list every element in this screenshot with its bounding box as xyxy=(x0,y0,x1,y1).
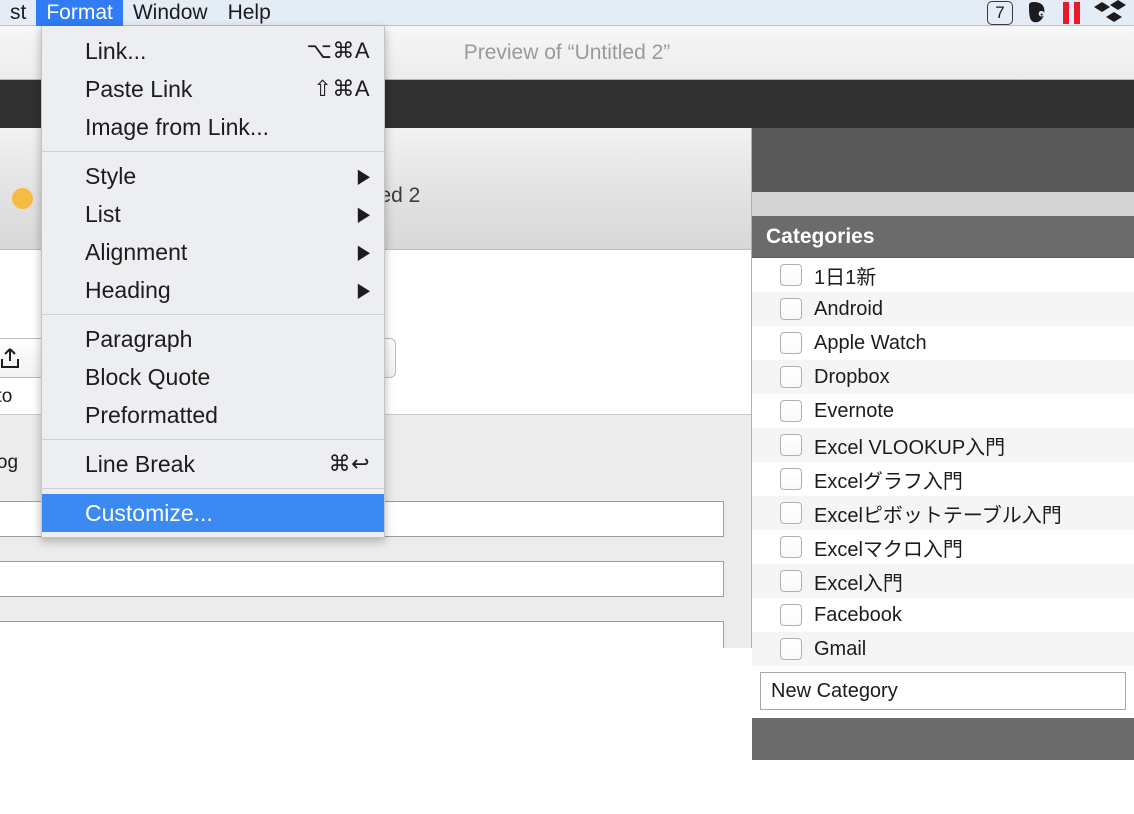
list-item-label: Excelピボットテーブル入門 xyxy=(814,504,1062,527)
menubar-item-window[interactable]: Window xyxy=(123,0,218,26)
list-item-label: 1日1新 xyxy=(814,266,877,289)
menubar-item-st[interactable]: st xyxy=(0,0,36,26)
checkbox-icon[interactable] xyxy=(780,638,802,660)
categories-panel: Categories 1日1新 Android Apple Watch Drop… xyxy=(752,216,1134,814)
chevron-right-icon: ▶ xyxy=(357,242,370,264)
checkbox-icon[interactable] xyxy=(780,604,802,626)
list-item[interactable]: 1日1新 xyxy=(752,258,1134,292)
list-item-label: Apple Watch xyxy=(814,331,927,354)
menu-separator xyxy=(42,314,384,315)
send-to-label: nd to xyxy=(0,386,13,407)
list-item[interactable]: Evernote xyxy=(752,394,1134,428)
tags-input[interactable] xyxy=(0,621,724,648)
menu-item-customize[interactable]: Customize... xyxy=(42,494,384,532)
menu-item-block-quote[interactable]: Block Quote xyxy=(42,358,384,396)
new-category-input[interactable]: New Category xyxy=(760,672,1126,710)
menu-item-heading[interactable]: Heading ▶ xyxy=(42,271,384,309)
menubar-item-help[interactable]: Help xyxy=(218,0,281,26)
slug-input[interactable] xyxy=(0,561,724,597)
dropbox-icon[interactable] xyxy=(1092,0,1128,26)
list-item[interactable]: Apple Watch xyxy=(752,326,1134,360)
list-item-label: Excel入門 xyxy=(814,572,903,595)
menu-item-list[interactable]: List ▶ xyxy=(42,195,384,233)
menu-item-label: Style xyxy=(85,162,137,189)
menubar-item-format[interactable]: Format xyxy=(36,0,123,26)
menu-item-shortcut: ⌥⌘A xyxy=(306,38,370,63)
menu-item-label: Image from Link... xyxy=(85,113,270,140)
share-icon xyxy=(1,348,19,368)
menubar-status-area: 7 xyxy=(987,0,1134,26)
list-item[interactable]: Excel入門 xyxy=(752,564,1134,598)
menu-separator xyxy=(42,151,384,152)
checkbox-icon[interactable] xyxy=(780,332,802,354)
list-item[interactable]: Android xyxy=(752,292,1134,326)
menu-item-style[interactable]: Style ▶ xyxy=(42,157,384,195)
categories-panel-header: Categories xyxy=(752,216,1134,258)
list-item-label: Dropbox xyxy=(814,365,890,388)
list-item-label: Android xyxy=(814,297,883,320)
list-item[interactable]: Excel VLOOKUP入門 xyxy=(752,428,1134,462)
list-item[interactable]: Dropbox xyxy=(752,360,1134,394)
list-item-label: Excel VLOOKUP入門 xyxy=(814,436,1006,459)
list-item-label: Excelマクロ入門 xyxy=(814,538,963,561)
menu-item-image-from-link[interactable]: Image from Link... xyxy=(42,108,384,146)
menu-item-label: Block Quote xyxy=(85,363,211,390)
macos-menu-bar: st Format Window Help 7 xyxy=(0,0,1134,26)
list-item-label: Gmail xyxy=(814,637,867,660)
checkbox-icon[interactable] xyxy=(780,298,802,320)
menu-separator xyxy=(42,488,384,489)
field-label-blog: Blog xyxy=(0,452,19,473)
checkbox-icon[interactable] xyxy=(780,570,802,592)
menu-item-label: Link... xyxy=(85,37,147,64)
checkbox-icon[interactable] xyxy=(780,468,802,490)
categories-list: 1日1新 Android Apple Watch Dropbox Evernot… xyxy=(752,258,1134,666)
menu-item-label: Paste Link xyxy=(85,75,193,102)
list-item[interactable]: Excelマクロ入門 xyxy=(752,530,1134,564)
menu-item-paste-link[interactable]: Paste Link ⇧⌘A xyxy=(42,70,384,108)
checkbox-icon[interactable] xyxy=(780,366,802,388)
menu-item-preformatted[interactable]: Preformatted xyxy=(42,396,384,434)
screen-root: st Format Window Help 7 Preview of “Unti… xyxy=(0,0,1134,814)
chevron-right-icon: ▶ xyxy=(357,280,370,302)
list-item[interactable]: Facebook xyxy=(752,598,1134,632)
next-panel-header xyxy=(752,718,1134,760)
menu-item-link[interactable]: Link... ⌥⌘A xyxy=(42,32,384,70)
menu-item-label: Customize... xyxy=(85,499,213,526)
new-category-row: New Category xyxy=(752,672,1134,710)
menu-item-label: Line Break xyxy=(85,450,195,477)
checkbox-icon[interactable] xyxy=(780,400,802,422)
menu-item-label: Preformatted xyxy=(85,401,218,428)
chevron-right-icon: ▶ xyxy=(357,204,370,226)
menu-item-label: Alignment xyxy=(85,238,188,265)
chevron-right-icon: ▶ xyxy=(357,166,370,188)
menu-item-label: Heading xyxy=(85,276,171,303)
list-item-label: Facebook xyxy=(814,603,902,626)
menu-item-shortcut: ⌘↩ xyxy=(328,451,370,476)
checkbox-icon[interactable] xyxy=(780,434,802,456)
format-dropdown-menu: Link... ⌥⌘A Paste Link ⇧⌘A Image from Li… xyxy=(41,26,385,538)
list-item[interactable]: Gmail xyxy=(752,632,1134,666)
preview-window-title: Preview of “Untitled 2” xyxy=(463,40,671,64)
list-item-label: Evernote xyxy=(814,399,895,422)
menu-item-alignment[interactable]: Alignment ▶ xyxy=(42,233,384,271)
evernote-icon[interactable] xyxy=(1025,1,1051,25)
menu-item-shortcut: ⇧⌘A xyxy=(313,76,370,101)
checkbox-icon[interactable] xyxy=(780,536,802,558)
menu-item-label: Paragraph xyxy=(85,325,193,352)
calendar-badge-icon[interactable]: 7 xyxy=(987,1,1013,25)
panel-top-band xyxy=(752,128,1134,192)
menu-item-label: List xyxy=(85,200,121,227)
menu-item-line-break[interactable]: Line Break ⌘↩ xyxy=(42,445,384,483)
checkbox-icon[interactable] xyxy=(780,264,802,286)
menu-separator xyxy=(42,439,384,440)
pause-icon[interactable] xyxy=(1063,1,1080,25)
categories-panel-title: Categories xyxy=(766,224,875,248)
list-item-label: Excelグラフ入門 xyxy=(814,470,963,493)
menu-item-paragraph[interactable]: Paragraph xyxy=(42,320,384,358)
checkbox-icon[interactable] xyxy=(780,502,802,524)
list-item[interactable]: Excelピボットテーブル入門 xyxy=(752,496,1134,530)
list-item[interactable]: Excelグラフ入門 xyxy=(752,462,1134,496)
